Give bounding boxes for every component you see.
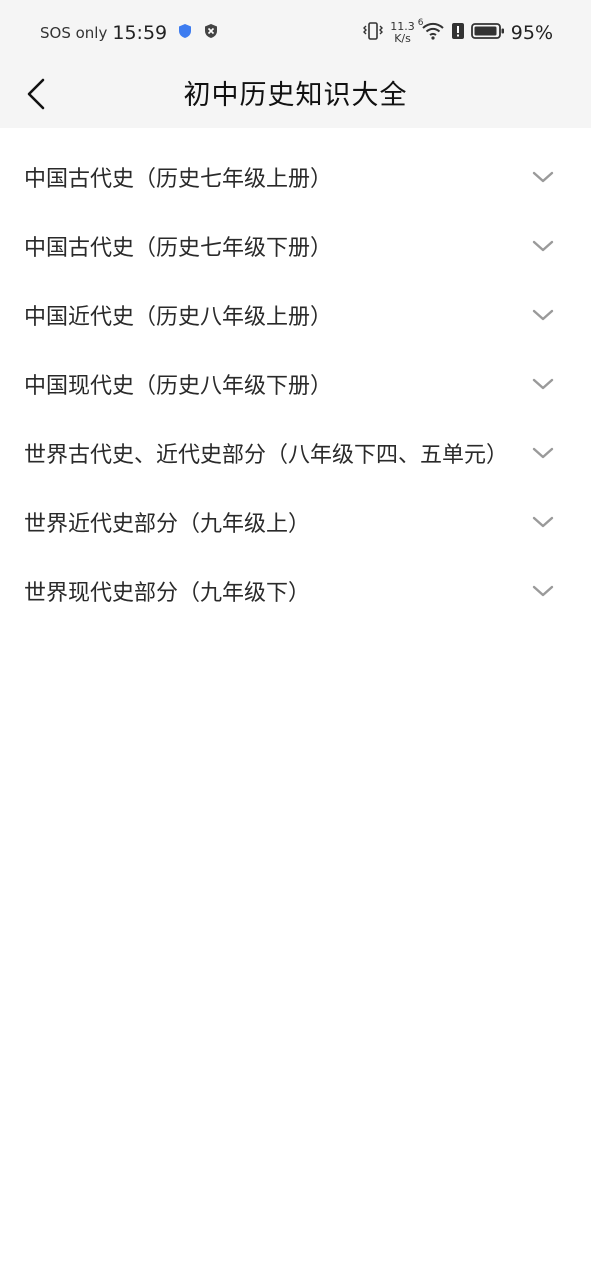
list-item-label: 世界古代史、近代史部分（八年级下四、五单元） xyxy=(24,442,508,468)
page-title: 初中历史知识大全 xyxy=(183,79,408,111)
vibrate-icon xyxy=(362,22,384,44)
list-item[interactable]: 中国古代史（历史七年级下册） xyxy=(0,211,591,280)
list-item[interactable]: 世界近代史部分（九年级上） xyxy=(0,487,591,556)
signal-label: 6 xyxy=(417,18,424,28)
chevron-down-icon[interactable] xyxy=(531,445,555,461)
chevron-down-icon[interactable] xyxy=(531,238,555,254)
list-item-label: 世界近代史部分（九年级上） xyxy=(24,511,311,537)
network-status: SOS only xyxy=(40,24,108,42)
list-item-label: 中国古代史（历史七年级上册） xyxy=(24,166,333,192)
list-item[interactable]: 中国近代史（历史八年级上册） xyxy=(0,280,591,349)
chevron-down-icon[interactable] xyxy=(531,514,555,530)
speed-unit: K/s xyxy=(394,32,411,45)
app-bar: 初中历史知识大全 xyxy=(0,66,591,128)
network-speed: 11.3 K/s xyxy=(390,21,415,45)
list-item-label: 中国现代史（历史八年级下册） xyxy=(24,373,333,399)
chevron-down-icon[interactable] xyxy=(531,307,555,323)
list-item[interactable]: 世界古代史、近代史部分（八年级下四、五单元） xyxy=(0,418,591,487)
list-item-label: 世界现代史部分（九年级下） xyxy=(24,580,311,606)
list-item[interactable]: 中国现代史（历史八年级下册） xyxy=(0,349,591,418)
vpn-icon xyxy=(203,23,219,43)
list-item-label: 中国古代史（历史七年级下册） xyxy=(24,235,333,261)
wifi-icon: 6 xyxy=(418,18,445,44)
chevron-down-icon[interactable] xyxy=(531,583,555,599)
battery-icon xyxy=(470,22,505,44)
battery-percent: 95% xyxy=(510,22,553,44)
list-item-label: 中国近代史（历史八年级上册） xyxy=(24,304,333,330)
list-item[interactable]: 世界现代史部分（九年级下） xyxy=(0,556,591,625)
status-left: SOS only 15:59 xyxy=(40,22,219,44)
list-item[interactable]: 中国古代史（历史七年级上册） xyxy=(0,142,591,211)
shield-icon xyxy=(178,23,192,43)
clock: 15:59 xyxy=(112,22,168,44)
chevron-down-icon[interactable] xyxy=(531,376,555,392)
chapter-list: 中国古代史（历史七年级上册） 中国古代史（历史七年级下册） 中国近代史（历史八年… xyxy=(0,142,591,625)
status-right: 11.3 K/s 6 95% xyxy=(362,18,553,45)
chevron-down-icon[interactable] xyxy=(531,169,555,185)
alert-icon xyxy=(451,22,465,44)
status-bar: SOS only 15:59 11.3 K/s 6 95% xyxy=(0,0,591,66)
